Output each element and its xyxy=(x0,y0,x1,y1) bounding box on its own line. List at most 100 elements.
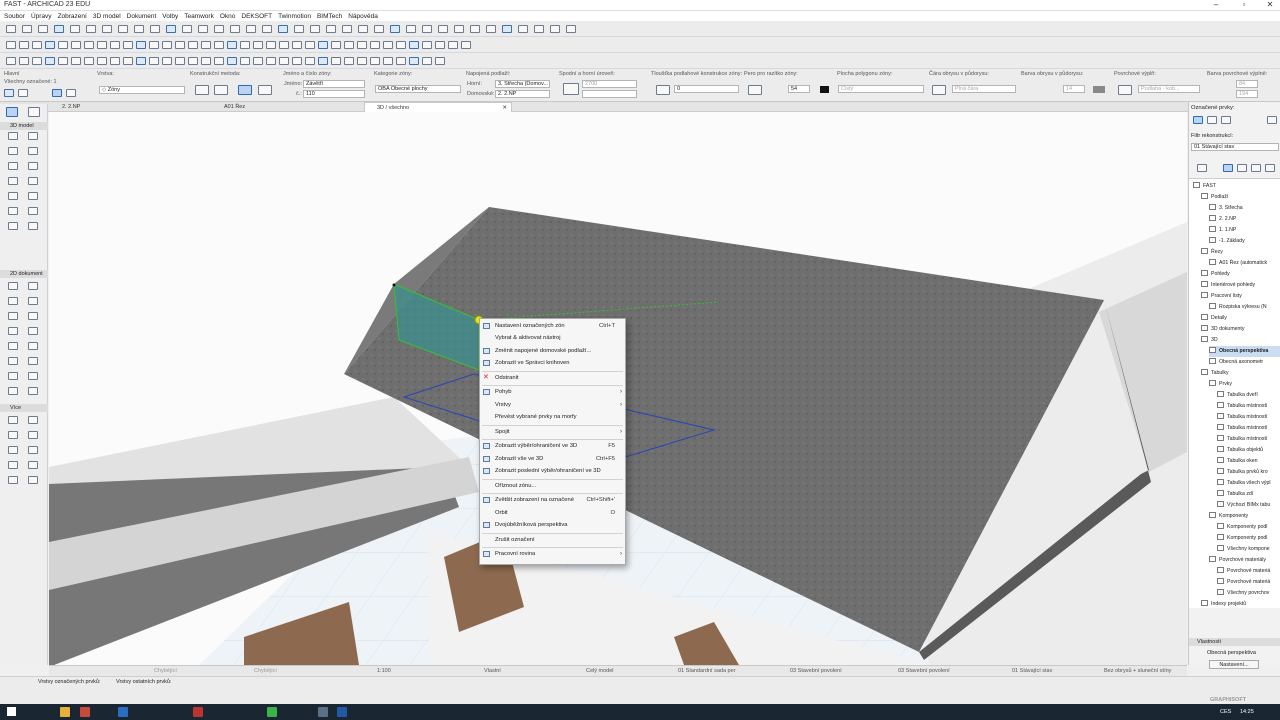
standard-tool-icon[interactable] xyxy=(294,25,304,33)
fill-fg-pen-input[interactable]: 84 xyxy=(1236,80,1258,88)
navigator-menu-icon[interactable] xyxy=(1197,164,1207,172)
project-tree-item[interactable]: 2. 2.NP xyxy=(1209,214,1236,225)
project-tree-item[interactable]: Komponenty podl xyxy=(1217,533,1267,544)
explorer-icon[interactable] xyxy=(60,707,70,717)
edit-tool-icon[interactable] xyxy=(292,57,302,65)
menu-twinmotion[interactable]: Twinmotion xyxy=(278,13,311,20)
project-tree-item[interactable]: 3. Střecha xyxy=(1209,203,1243,214)
edit-tool-icon[interactable] xyxy=(357,57,367,65)
project-tree-item[interactable]: Tabulka dveří xyxy=(1217,390,1258,401)
toolbox-tool-icon[interactable] xyxy=(8,372,18,380)
pin-icon[interactable] xyxy=(18,89,28,97)
arrange-tool-icon[interactable] xyxy=(305,41,315,49)
zone-name-input[interactable]: Závětří xyxy=(303,80,365,88)
edit-tool-icon[interactable] xyxy=(305,57,315,65)
edit-tool-icon[interactable] xyxy=(396,57,406,65)
arrange-tool-icon[interactable] xyxy=(175,41,185,49)
tab-3d[interactable]: 3D / všechno ✕ xyxy=(364,102,512,112)
standard-tool-icon[interactable] xyxy=(534,25,544,33)
project-tree-item[interactable]: Tabulka oken xyxy=(1217,456,1258,467)
toolbox-tool-icon[interactable] xyxy=(28,327,38,335)
tab-section[interactable]: A01 Řez xyxy=(212,102,362,112)
context-menu-item[interactable]: Zobrazit vše ve 3D Ctrl+F5 xyxy=(480,453,625,465)
standard-tool-icon[interactable] xyxy=(374,25,384,33)
arrange-tool-icon[interactable] xyxy=(19,41,29,49)
toolbox-tool-icon[interactable] xyxy=(28,476,38,484)
app-icon-3[interactable] xyxy=(267,707,277,717)
menu-zobrazeni[interactable]: Zobrazení xyxy=(58,13,87,20)
method-inner-icon[interactable] xyxy=(214,85,228,95)
properties-header[interactable]: Vlastnosti xyxy=(1189,638,1280,646)
toolbox-tool-icon[interactable] xyxy=(8,461,18,469)
method-polygon-icon[interactable] xyxy=(258,85,272,95)
standard-tool-icon[interactable] xyxy=(502,25,512,33)
app-icon-4[interactable] xyxy=(337,707,347,717)
arrange-tool-icon[interactable] xyxy=(214,41,224,49)
view-map-icon[interactable] xyxy=(1237,164,1247,172)
arrow-tool-icon[interactable] xyxy=(6,107,18,117)
standard-tool-icon[interactable] xyxy=(342,25,352,33)
arrange-tool-icon[interactable] xyxy=(6,41,16,49)
toolbox-tool-icon[interactable] xyxy=(8,207,18,215)
arrange-tool-icon[interactable] xyxy=(227,41,237,49)
standard-tool-icon[interactable] xyxy=(406,25,416,33)
standard-tool-icon[interactable] xyxy=(454,25,464,33)
settings-button[interactable]: Nastavení... xyxy=(1209,660,1259,669)
arrange-tool-icon[interactable] xyxy=(357,41,367,49)
project-tree-item[interactable]: Tabulka všech výpl xyxy=(1217,478,1271,489)
arrange-tool-icon[interactable] xyxy=(123,41,133,49)
fill-bg-pen-input[interactable]: 194 xyxy=(1236,90,1258,98)
project-tree-item[interactable]: 3D dokumenty xyxy=(1201,324,1244,335)
toolbox-tool-icon[interactable] xyxy=(8,357,18,365)
standard-tool-icon[interactable] xyxy=(118,25,128,33)
menu-bimtech[interactable]: BIMTech xyxy=(317,13,342,20)
project-tree-item[interactable]: Interiérové pohledy xyxy=(1201,280,1255,291)
project-tree-item[interactable]: 3D xyxy=(1201,335,1218,346)
standard-tool-icon[interactable] xyxy=(54,25,64,33)
floor-thickness-input[interactable]: 0 xyxy=(674,85,739,93)
standard-tool-icon[interactable] xyxy=(198,25,208,33)
context-menu-item[interactable]: Vybrat & aktivovat nástroj xyxy=(480,332,625,344)
edit-tool-icon[interactable] xyxy=(435,57,445,65)
project-tree-item[interactable]: Tabulka místností xyxy=(1217,401,1267,412)
layout-book-icon[interactable] xyxy=(1251,164,1261,172)
edit-tool-icon[interactable] xyxy=(97,57,107,65)
project-tree-item[interactable]: Řezy xyxy=(1201,247,1223,258)
edit-tool-icon[interactable] xyxy=(149,57,159,65)
project-tree-item[interactable]: Tabulka místností xyxy=(1217,434,1267,445)
arrange-tool-icon[interactable] xyxy=(344,41,354,49)
toolbox-tool-icon[interactable] xyxy=(8,342,18,350)
toolbox-tool-icon[interactable] xyxy=(28,132,38,140)
project-tree-item[interactable]: Všechny kompone xyxy=(1217,544,1270,555)
toolbox-tool-icon[interactable] xyxy=(8,327,18,335)
standard-tool-icon[interactable] xyxy=(550,25,560,33)
menu-napoveda[interactable]: Nápověda xyxy=(348,13,378,20)
top-level-input[interactable]: 2700 xyxy=(582,80,637,88)
app-icon-1[interactable] xyxy=(80,707,90,717)
toolbox-tool-icon[interactable] xyxy=(28,387,38,395)
stamp-pen-input[interactable]: 54 xyxy=(788,85,810,93)
edit-tool-icon[interactable] xyxy=(58,57,68,65)
standard-tool-icon[interactable] xyxy=(134,25,144,33)
project-tree-item[interactable]: Obecná axonometr xyxy=(1209,357,1263,368)
project-tree-item[interactable]: Podlaží xyxy=(1201,192,1228,203)
edit-tool-icon[interactable] xyxy=(422,57,432,65)
zone-selection-icon[interactable] xyxy=(1193,116,1203,124)
project-tree-item[interactable]: 1. 1.NP xyxy=(1209,225,1236,236)
toolbox-tool-icon[interactable] xyxy=(8,282,18,290)
toolbox-tool-icon[interactable] xyxy=(28,357,38,365)
edit-tool-icon[interactable] xyxy=(19,57,29,65)
standard-tool-icon[interactable] xyxy=(278,25,288,33)
toolbox-tool-icon[interactable] xyxy=(28,312,38,320)
standard-tool-icon[interactable] xyxy=(246,25,256,33)
filter-select[interactable]: 01 Stávající stav xyxy=(1191,143,1279,151)
polygon-area-select[interactable]: Čistý xyxy=(838,85,924,93)
arrange-tool-icon[interactable] xyxy=(110,41,120,49)
context-menu-item[interactable]: Orbit O xyxy=(480,507,625,519)
context-menu-item[interactable]: Převést vybrané prvky na morfy xyxy=(480,411,625,423)
standard-tool-icon[interactable] xyxy=(214,25,224,33)
toolbox-tool-icon[interactable] xyxy=(28,177,38,185)
zone-number-input[interactable]: 110 xyxy=(303,90,365,98)
context-menu-item[interactable]: Zobrazit výběr/ohraničení ve 3D F5 xyxy=(480,440,625,452)
context-menu-item[interactable]: Oříznout zónu... xyxy=(480,480,625,492)
